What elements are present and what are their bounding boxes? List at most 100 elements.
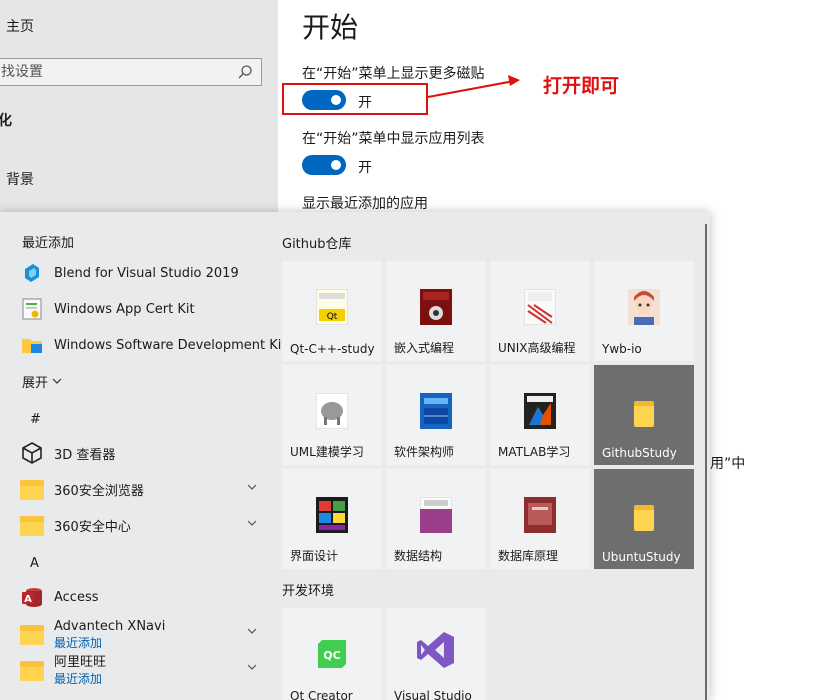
unix-book-icon [524,289,556,325]
app-label: Advantech XNavi 最近添加 [54,619,165,651]
tile-ywb-io[interactable]: Ywb-io [594,261,694,361]
tile-embedded[interactable]: 嵌入式编程 [386,261,486,361]
app-360-browser[interactable]: 360安全浏览器 [20,474,264,504]
tile-qt-cpp-study[interactable]: Qt Qt-C++-study [282,261,382,361]
annotation-highlight-box [282,83,428,115]
settings-search-input[interactable] [0,59,229,85]
settings-search-box[interactable] [0,58,262,86]
tile-label: UML建模学习 [290,445,364,459]
svg-text:Qt: Qt [327,312,338,322]
tile-data-structures[interactable]: 数据结构 [386,469,486,569]
tile-group-github[interactable]: Github仓库 [282,233,352,252]
tile-unix[interactable]: UNIX高级编程 [490,261,590,361]
tile-architect[interactable]: 软件架构师 [386,365,486,465]
tile-label: Qt-C++-study [290,342,375,356]
chevron-down-icon[interactable] [246,661,258,673]
tile-ui-design[interactable]: 界面设计 [282,469,382,569]
annotation-text: 打开即可 [543,75,620,97]
app-label: Blend for Visual Studio 2019 [54,265,239,281]
chevron-down-icon [52,378,62,384]
app-label: Windows Software Development Kit [54,337,287,353]
folder-icon [20,661,44,681]
tile-database[interactable]: 数据库原理 [490,469,590,569]
app-label: 阿里旺旺 最近添加 [54,655,106,687]
app-360-security[interactable]: 360安全中心 [20,510,264,540]
chevron-down-icon[interactable] [246,625,258,637]
tile-label: Visual Studio [394,689,472,700]
start-menu: 最近添加 Blend for Visual Studio 2019 Window… [0,212,710,700]
tile-label: 界面设计 [290,549,339,563]
tile-label: UbuntuStudy [602,550,681,564]
tile-visual-studio[interactable]: Visual Studio [386,608,486,700]
tile-qt-creator[interactable]: QC Qt Creator [282,608,382,700]
chevron-down-icon[interactable] [246,517,258,529]
tile-label: GithubStudy [602,446,677,460]
app-3d-viewer[interactable]: 3D 查看器 [20,438,264,468]
page-title: 开始 [302,11,359,44]
app-label: Access [54,589,99,605]
visual-studio-icon [417,632,454,668]
tile-matlab[interactable]: MATLAB学习 [490,365,590,465]
app-aliwangwang[interactable]: 阿里旺旺 最近添加 [20,654,264,688]
tile-label: 软件架构师 [394,445,455,459]
tile-label: 数据结构 [394,549,443,563]
app-name: Advantech XNavi [54,619,166,634]
app-sdk[interactable]: Windows Software Development Kit [20,330,286,360]
tile-label: Ywb-io [602,342,642,356]
architect-book-icon [420,393,452,429]
app-label: 360安全中心 [54,519,131,535]
app-name: 阿里旺旺 [54,655,107,670]
app-label: 360安全浏览器 [54,483,144,499]
uml-book-icon [316,393,348,429]
app-label: 3D 查看器 [54,447,116,463]
linux-book-icon [420,289,452,325]
section-hash-header[interactable]: # [30,412,41,427]
sidebar-item-background[interactable]: 背景 [6,169,34,189]
sdk-folder-icon [20,333,44,357]
sidebar-item-home[interactable]: 主页 [6,16,34,36]
app-list-toggle-state: 开 [358,160,372,176]
expand-button[interactable]: 展开 [20,366,100,396]
recently-added-tag: 最近添加 [54,672,103,686]
app-blend[interactable]: Blend for Visual Studio 2019 [20,258,264,288]
tile-ubuntustudy[interactable]: UbuntuStudy [594,469,694,569]
qt-book-icon: Qt [316,289,348,325]
expand-label: 展开 [22,375,49,391]
chevron-down-icon[interactable] [246,481,258,493]
folder-icon [20,516,44,536]
search-icon[interactable] [237,64,253,80]
db-book-icon [524,497,556,533]
app-label: Windows App Cert Kit [54,301,195,317]
svg-text:QC: QC [323,649,340,662]
matlab-book-icon [524,393,556,429]
folder-icon [20,625,44,645]
access-icon: A [20,585,44,609]
app-access[interactable]: A Access [20,582,264,612]
ds-book-icon [420,497,452,533]
3d-viewer-icon [20,441,44,465]
tile-githubstudy[interactable]: GithubStudy [594,365,694,465]
start-menu-scrollbar[interactable] [705,224,707,700]
ui-book-icon [316,497,348,533]
folder-icon [20,480,44,500]
sidebar-section-heading: 化 [0,113,12,129]
app-cert-kit[interactable]: Windows App Cert Kit [20,294,264,324]
tile-label: Qt Creator [290,689,353,700]
recently-added-header: 最近添加 [22,236,75,251]
section-a-header[interactable]: A [30,556,39,571]
tile-group-dev[interactable]: 开发环境 [282,580,334,599]
app-advantech-xnavi[interactable]: Advantech XNavi 最近添加 [20,618,264,652]
qt-creator-icon: QC [318,640,346,668]
setting-app-list-label: 在“开始”菜单中显示应用列表 [302,131,485,147]
folder-icon [634,505,654,531]
recently-added-tag: 最近添加 [54,636,103,650]
svg-text:A: A [24,594,32,605]
tile-label: 嵌入式编程 [394,341,455,355]
avatar-icon [628,289,660,325]
tile-label: 数据库原理 [498,549,559,563]
setting-fragment-text: 用”中 [710,456,746,472]
tile-label: MATLAB学习 [498,445,571,459]
tile-uml[interactable]: UML建模学习 [282,365,382,465]
tile-label: UNIX高级编程 [498,341,576,355]
app-list-toggle[interactable] [302,155,346,175]
